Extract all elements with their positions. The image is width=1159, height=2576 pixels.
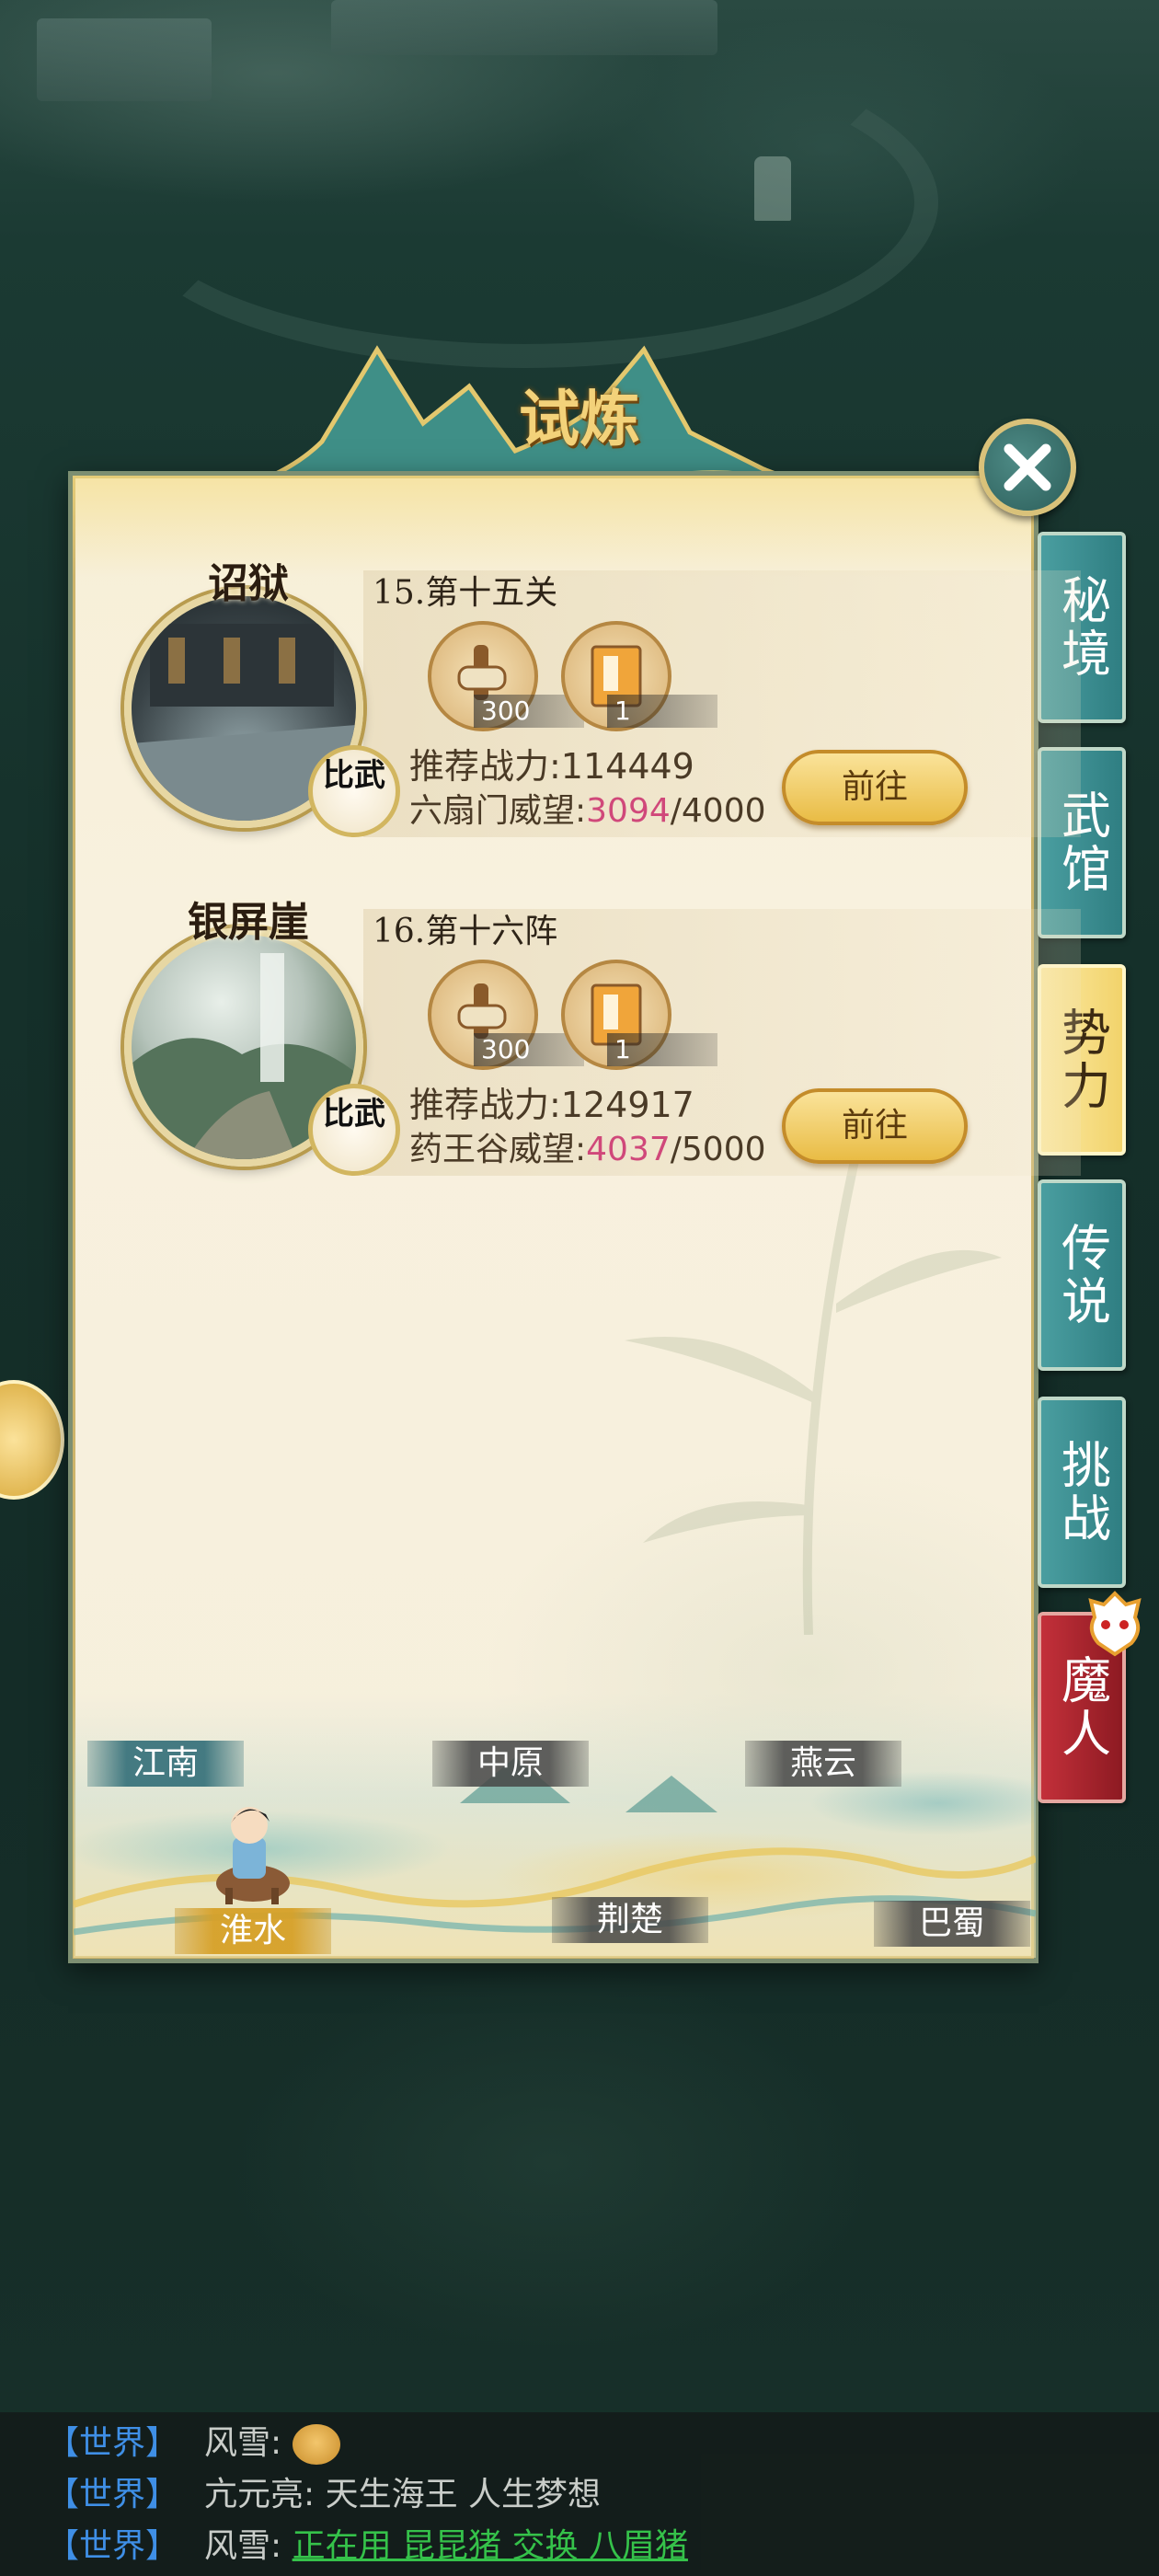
- tab-tiaozhan[interactable]: 挑战: [1038, 1397, 1126, 1588]
- world-chat[interactable]: 【世界】 风雪: 【世界】 亢元亮: 天生海王 人生梦想 【世界】 风雪: 正在用 昆…: [0, 2412, 1159, 2576]
- stage-label: 15.第十五关: [373, 574, 558, 612]
- emoji-icon: [292, 2424, 340, 2465]
- chat-message: 【世界】 亢元亮: 天生海王 人生梦想: [46, 2469, 1159, 2521]
- trial-entry: 诏狱 15.第十五关 300 1 比武 推荐战力:114449 六扇门威望:30…: [115, 552, 1081, 856]
- reputation-progress: 药王谷威望:4037/5000: [409, 1128, 766, 1172]
- region-huaishui[interactable]: 淮水: [175, 1908, 331, 1954]
- region-jingchu[interactable]: 荆楚: [552, 1897, 708, 1943]
- reputation-current: 3094: [586, 792, 671, 830]
- map-tower: [754, 156, 791, 221]
- chat-user: 亢元亮:: [204, 2476, 316, 2513]
- map-building: [37, 18, 212, 101]
- chat-channel: 【世界】: [46, 2424, 179, 2462]
- stage-label: 16.第十六阵: [373, 913, 558, 950]
- region-zhongyuan[interactable]: 中原: [432, 1741, 589, 1787]
- region-yanyun[interactable]: 燕云: [745, 1741, 901, 1787]
- reputation-label: 药王谷威望:: [409, 1131, 587, 1168]
- chat-user: 风雪:: [204, 2527, 282, 2565]
- duel-badge: 比武: [308, 1084, 400, 1176]
- reward-item[interactable]: 1: [552, 960, 717, 1079]
- duel-badge: 比武: [308, 745, 400, 837]
- tab-chuanshuo[interactable]: 传说: [1038, 1179, 1126, 1371]
- reputation-max: /4000: [670, 792, 766, 830]
- region-jiangnan[interactable]: 江南: [87, 1741, 244, 1787]
- chat-user: 风雪:: [204, 2424, 282, 2462]
- panel-title: 试炼: [519, 383, 640, 454]
- chat-trade-link[interactable]: 正在用 昆昆猪 交换 八眉猪: [293, 2527, 688, 2565]
- chat-message: 【世界】 风雪:: [46, 2418, 1159, 2469]
- reward-item[interactable]: 1: [552, 621, 717, 741]
- go-button[interactable]: 前往: [782, 750, 968, 825]
- reputation-current: 4037: [586, 1131, 671, 1168]
- reputation-progress: 六扇门威望:3094/4000: [409, 789, 766, 834]
- player-avatar-on-horse: [216, 1807, 290, 1904]
- close-button[interactable]: [979, 419, 1076, 516]
- reward-item[interactable]: 300: [419, 621, 584, 741]
- chat-message: 【世界】 风雪: 正在用 昆昆猪 交换 八眉猪: [46, 2521, 1159, 2572]
- location-name: 银屏崖: [188, 899, 309, 946]
- reputation-label: 六扇门威望:: [409, 792, 587, 830]
- recommended-power: 推荐战力:124917: [409, 1085, 694, 1125]
- reputation-max: /5000: [670, 1131, 766, 1168]
- chat-channel: 【世界】: [46, 2527, 179, 2565]
- bamboo-watermark: [625, 1120, 1002, 1635]
- reward-count: 1: [607, 695, 717, 728]
- close-icon: [1004, 443, 1051, 491]
- recommended-power: 推荐战力:114449: [409, 746, 694, 787]
- trial-entry: 银屏崖 16.第十六阵 300 1 比武 推荐战力:124917 药王谷威望:4…: [115, 891, 1081, 1194]
- region-bashu[interactable]: 巴蜀: [874, 1901, 1030, 1947]
- demon-mask-icon: [1088, 1591, 1142, 1657]
- map-road: [110, 37, 938, 368]
- go-button[interactable]: 前往: [782, 1088, 968, 1164]
- chat-text: 天生海王 人生梦想: [325, 2476, 602, 2513]
- reward-count: 1: [607, 1033, 717, 1066]
- reward-item[interactable]: 300: [419, 960, 584, 1079]
- location-name: 诏狱: [208, 560, 289, 607]
- chat-channel: 【世界】: [46, 2476, 179, 2513]
